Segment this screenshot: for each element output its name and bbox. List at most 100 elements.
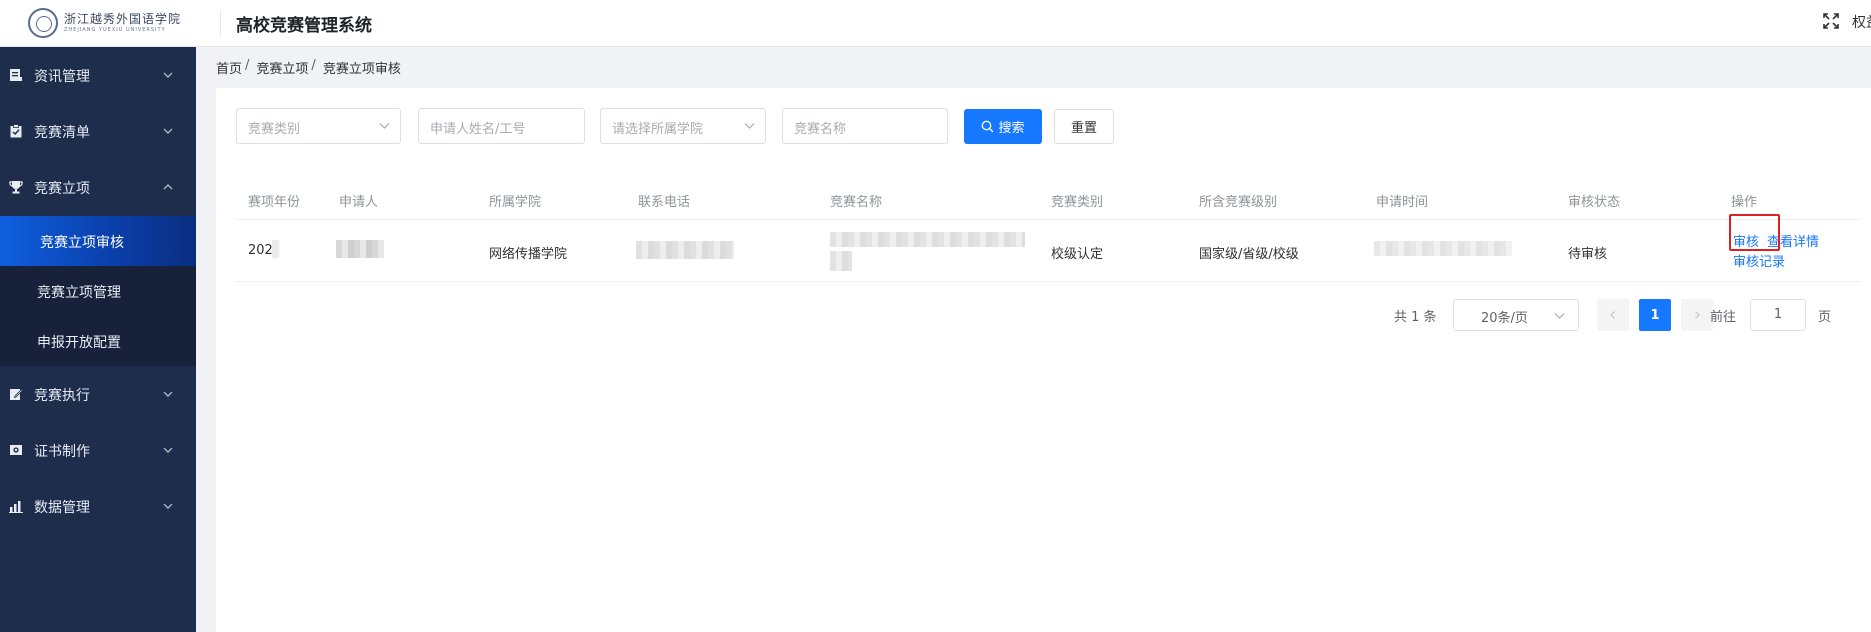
competition-name-placeholder: 竞赛名称 xyxy=(794,122,847,137)
applicant-placeholder: 申请人姓名/工号 xyxy=(430,122,526,137)
cell-category: 校级认定 xyxy=(1051,247,1104,262)
page-unit-label: 页 xyxy=(1818,310,1832,325)
column-header: 操作 xyxy=(1731,195,1758,210)
column-header: 赛项年份 xyxy=(248,195,301,210)
sidebar-item-certificate[interactable]: 证书制作 xyxy=(0,422,196,478)
search-button-label: 搜索 xyxy=(998,121,1025,136)
goto-page-input[interactable]: 1 xyxy=(1750,299,1806,331)
table-row: 202 网络传播学院 校级认定 国家级/省级/校级 待审核 审核 查看详情 审核… xyxy=(236,214,1860,282)
system-title: 高校竞赛管理系统 xyxy=(236,16,372,36)
competition-name-input[interactable]: 竞赛名称 xyxy=(782,108,948,144)
sidebar-item-data-management[interactable]: 数据管理 xyxy=(0,478,196,534)
page-number-current[interactable]: 1 xyxy=(1639,299,1671,331)
breadcrumb-separator: / xyxy=(311,58,316,73)
university-seal-icon xyxy=(28,8,58,38)
logo-english-name: ZHEJIANG YUEXIU UNIVERSITY xyxy=(64,27,166,33)
user-name[interactable]: 权益 xyxy=(1852,12,1871,32)
breadcrumb-parent[interactable]: 竞赛立项 xyxy=(256,58,308,77)
view-details-link[interactable]: 查看详情 xyxy=(1767,231,1819,250)
header-divider xyxy=(220,10,221,36)
prev-page-button[interactable] xyxy=(1597,299,1629,331)
chevron-down-icon xyxy=(379,123,390,129)
trophy-icon xyxy=(9,181,23,194)
column-header: 竞赛名称 xyxy=(830,195,883,210)
column-header: 申请人 xyxy=(339,195,379,210)
bar-chart-icon xyxy=(9,501,23,513)
cell-level: 国家级/省级/校级 xyxy=(1199,247,1299,262)
chevron-down-icon xyxy=(163,128,173,134)
page-size-select[interactable]: 20条/页 xyxy=(1453,299,1579,331)
sidebar-subitem-label: 竞赛立项管理 xyxy=(37,285,121,301)
document-icon xyxy=(10,69,22,81)
goto-page-value: 1 xyxy=(1773,307,1783,322)
main-content: 竞赛类别 申请人姓名/工号 请选择所属学院 竞赛名称 搜索 重置 赛项年份 申请… xyxy=(216,88,1871,632)
category-select[interactable]: 竞赛类别 xyxy=(236,108,401,144)
column-header: 竞赛类别 xyxy=(1051,195,1104,210)
category-placeholder: 竞赛类别 xyxy=(248,122,301,137)
sidebar-item-label: 证书制作 xyxy=(34,444,90,460)
goto-label: 前往 xyxy=(1710,310,1737,325)
breadcrumb-current: 竞赛立项审核 xyxy=(322,62,401,77)
sidebar-subitem-application-config[interactable]: 申报开放配置 xyxy=(0,316,196,366)
sidebar: 资讯管理 竞赛清单 竞赛立项 竞赛立项审核 竞赛立项管理 申报开放配置 竞赛执行… xyxy=(0,47,196,632)
cell-year: 202 xyxy=(248,243,273,258)
certificate-icon xyxy=(10,445,22,455)
chevron-down-icon xyxy=(1554,313,1565,319)
redacted-year-suffix xyxy=(272,240,280,258)
sidebar-item-label: 竞赛执行 xyxy=(34,388,90,404)
chevron-down-icon xyxy=(163,391,173,397)
redacted-competition-name-line2 xyxy=(830,251,852,271)
column-header: 申请时间 xyxy=(1376,195,1429,210)
redacted-applicant xyxy=(336,240,384,258)
college-placeholder: 请选择所属学院 xyxy=(612,122,704,137)
redacted-competition-name-line1 xyxy=(830,232,1025,247)
fullscreen-icon[interactable] xyxy=(1822,12,1840,30)
cell-status: 待审核 xyxy=(1568,247,1608,262)
chevron-left-icon xyxy=(1610,311,1615,319)
edit-icon xyxy=(10,388,23,400)
page-size-value: 20条/页 xyxy=(1481,311,1528,326)
sidebar-item-competition-project[interactable]: 竞赛立项 xyxy=(0,159,196,215)
next-page-button[interactable] xyxy=(1681,299,1713,331)
search-icon xyxy=(982,120,994,133)
reset-button-label: 重置 xyxy=(1070,121,1097,136)
clipboard-check-icon xyxy=(10,124,22,138)
sidebar-item-label: 资讯管理 xyxy=(34,69,90,85)
chevron-down-icon xyxy=(163,72,173,78)
redacted-application-time xyxy=(1374,241,1512,256)
sidebar-subitem-label: 竞赛立项审核 xyxy=(40,235,124,251)
reset-button[interactable]: 重置 xyxy=(1054,109,1114,144)
breadcrumb-home[interactable]: 首页 xyxy=(216,58,242,77)
cell-college: 网络传播学院 xyxy=(489,247,568,262)
sidebar-item-label: 竞赛清单 xyxy=(34,125,90,141)
university-logo: 浙江越秀外国语学院 ZHEJIANG YUEXIU UNIVERSITY xyxy=(28,6,188,40)
search-button[interactable]: 搜索 xyxy=(964,109,1042,144)
review-history-link[interactable]: 审核记录 xyxy=(1733,251,1785,270)
chevron-down-icon xyxy=(744,123,755,129)
column-header: 所含竞赛级别 xyxy=(1199,195,1278,210)
chevron-down-icon xyxy=(163,503,173,509)
logo-chinese-name: 浙江越秀外国语学院 xyxy=(64,12,182,26)
breadcrumb-separator: / xyxy=(245,58,250,73)
chevron-right-icon xyxy=(1695,311,1700,319)
breadcrumb: 首页 / 竞赛立项 / 竞赛立项审核 xyxy=(216,58,401,77)
top-header: 浙江越秀外国语学院 ZHEJIANG YUEXIU UNIVERSITY 高校竞… xyxy=(0,0,1871,47)
sidebar-item-label: 数据管理 xyxy=(34,500,90,516)
review-link[interactable]: 审核 xyxy=(1733,231,1759,250)
table-header-row: 赛项年份 申请人 所属学院 联系电话 竞赛名称 竞赛类别 所含竞赛级别 申请时间… xyxy=(236,180,1860,220)
pagination-total: 共 1 条 xyxy=(1394,310,1437,325)
applicant-input[interactable]: 申请人姓名/工号 xyxy=(418,108,585,144)
sidebar-item-competition-execution[interactable]: 竞赛执行 xyxy=(0,366,196,422)
sidebar-subitem-project-review[interactable]: 竞赛立项审核 xyxy=(0,216,196,266)
sidebar-subitem-label: 申报开放配置 xyxy=(37,335,121,351)
sidebar-item-label: 竞赛立项 xyxy=(34,181,90,197)
chevron-down-icon xyxy=(163,447,173,453)
college-select[interactable]: 请选择所属学院 xyxy=(600,108,766,144)
column-header: 联系电话 xyxy=(638,195,691,210)
redacted-phone xyxy=(636,241,734,259)
column-header: 所属学院 xyxy=(489,195,542,210)
chevron-up-icon xyxy=(163,184,173,190)
sidebar-subitem-project-management[interactable]: 竞赛立项管理 xyxy=(0,266,196,316)
sidebar-item-competition-list[interactable]: 竞赛清单 xyxy=(0,103,196,159)
sidebar-item-news[interactable]: 资讯管理 xyxy=(0,47,196,103)
